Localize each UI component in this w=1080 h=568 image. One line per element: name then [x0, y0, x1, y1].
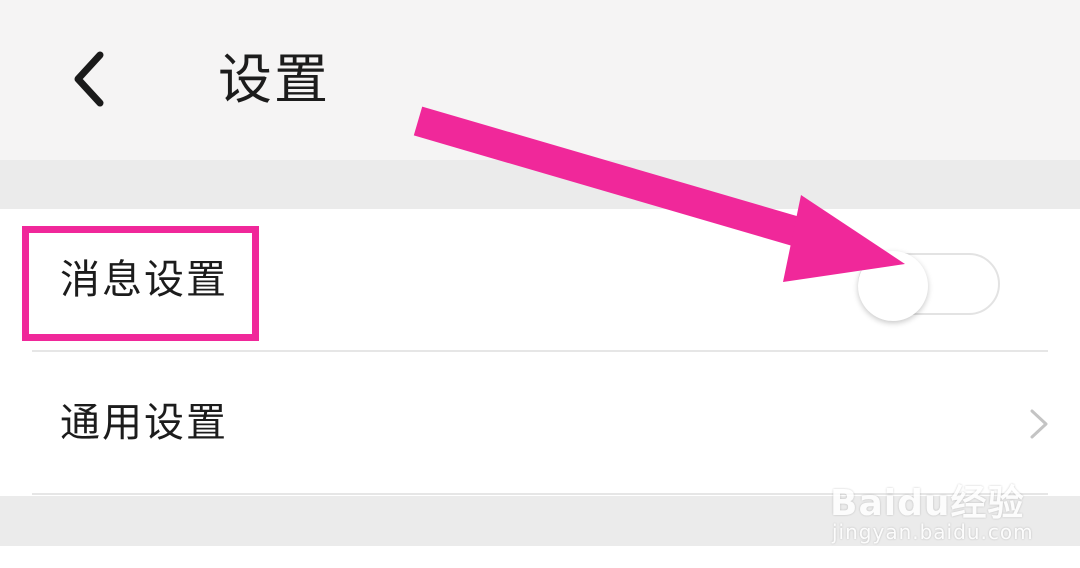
- settings-item-general[interactable]: 通用设置: [0, 352, 1080, 495]
- chevron-right-icon: [1030, 409, 1048, 439]
- toggle-knob: [858, 251, 928, 321]
- message-settings-toggle[interactable]: [858, 251, 1000, 321]
- divider: [32, 493, 1048, 495]
- back-button[interactable]: [58, 44, 118, 114]
- settings-item-label: 消息设置: [60, 257, 228, 303]
- next-section: [0, 546, 1080, 568]
- page-title: 设置: [218, 48, 330, 111]
- settings-list: 消息设置 通用设置: [0, 209, 1080, 496]
- settings-item-message[interactable]: 消息设置: [0, 209, 1080, 352]
- section-gap: [0, 160, 1080, 209]
- chevron-left-icon: [74, 51, 104, 107]
- section-gap: [0, 496, 1080, 546]
- settings-item-label: 通用设置: [60, 400, 228, 446]
- top-bar: 设置: [0, 0, 1080, 160]
